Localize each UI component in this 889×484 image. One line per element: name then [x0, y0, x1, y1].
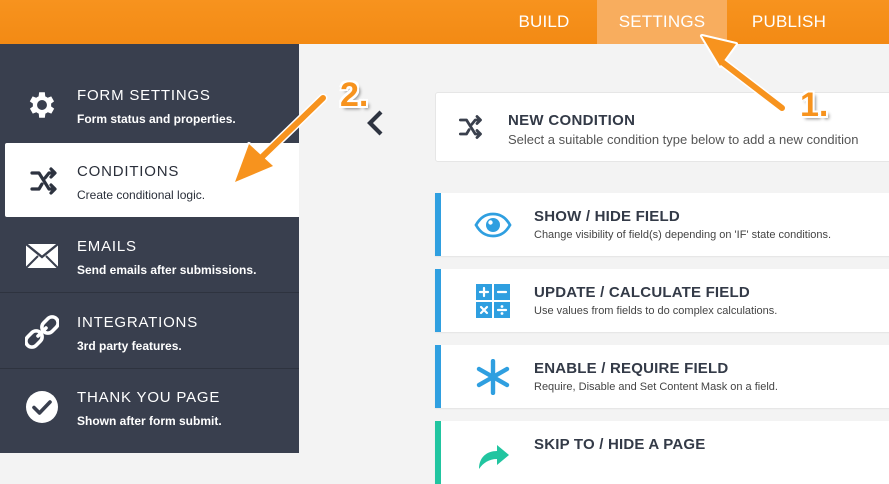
annotation-arrow-1	[700, 34, 787, 113]
asterisk-icon	[473, 357, 513, 397]
gear-icon	[24, 87, 60, 123]
condition-card-update-calculate-field[interactable]: UPDATE / CALCULATE FIELD Use values from…	[435, 269, 889, 332]
envelope-icon	[24, 238, 60, 274]
annotation-step-2: 2.	[340, 76, 369, 114]
sidebar-item-title: THANK YOU PAGE	[77, 389, 221, 406]
sidebar-item-title: EMAILS	[77, 238, 137, 255]
sidebar-item-subtitle: Form status and properties.	[77, 112, 236, 126]
sidebar-item-integrations[interactable]: INTEGRATIONS 3rd party features.	[0, 294, 299, 369]
sidebar-item-title: INTEGRATIONS	[77, 314, 198, 331]
condition-card-show-hide-field[interactable]: SHOW / HIDE FIELD Change visibility of f…	[435, 193, 889, 256]
link-icon	[24, 314, 60, 350]
condition-title: SHOW / HIDE FIELD	[534, 208, 680, 225]
annotation-step-1: 1.	[800, 86, 829, 124]
check-circle-icon	[24, 389, 60, 425]
sidebar-item-emails[interactable]: EMAILS Send emails after submissions.	[0, 218, 299, 293]
sidebar-item-subtitle: Shown after form submit.	[77, 414, 222, 428]
condition-subtitle: Change visibility of field(s) depending …	[534, 229, 832, 241]
annotation-arrow-2	[233, 93, 328, 184]
condition-title: SKIP TO / HIDE A PAGE	[534, 436, 706, 453]
new-condition-title: NEW CONDITION	[508, 112, 636, 129]
eye-icon	[473, 205, 513, 245]
sidebar-item-subtitle: Create conditional logic.	[77, 188, 206, 202]
condition-subtitle: Require, Disable and Set Content Mask on…	[534, 381, 778, 393]
new-condition-subtitle: Select a suitable condition type below t…	[508, 132, 859, 147]
conditions-icon	[25, 163, 61, 199]
calculator-icon	[473, 281, 513, 321]
skip-arrow-icon	[473, 433, 513, 473]
sidebar-item-subtitle: Send emails after submissions.	[77, 263, 257, 277]
condition-title: UPDATE / CALCULATE FIELD	[534, 284, 750, 301]
condition-title: ENABLE / REQUIRE FIELD	[534, 360, 729, 377]
sidebar-item-subtitle: 3rd party features.	[77, 339, 182, 353]
condition-subtitle: Use values from fields to do complex cal…	[534, 305, 778, 317]
conditions-icon	[456, 113, 486, 143]
sidebar-divider	[0, 292, 299, 293]
sidebar-item-thank-you-page[interactable]: THANK YOU PAGE Shown after form submit.	[0, 369, 299, 444]
sidebar-item-title: FORM SETTINGS	[77, 87, 211, 104]
tab-build[interactable]: BUILD	[500, 0, 588, 44]
condition-card-enable-require-field[interactable]: ENABLE / REQUIRE FIELD Require, Disable …	[435, 345, 889, 408]
sidebar-item-title: CONDITIONS	[77, 163, 180, 180]
